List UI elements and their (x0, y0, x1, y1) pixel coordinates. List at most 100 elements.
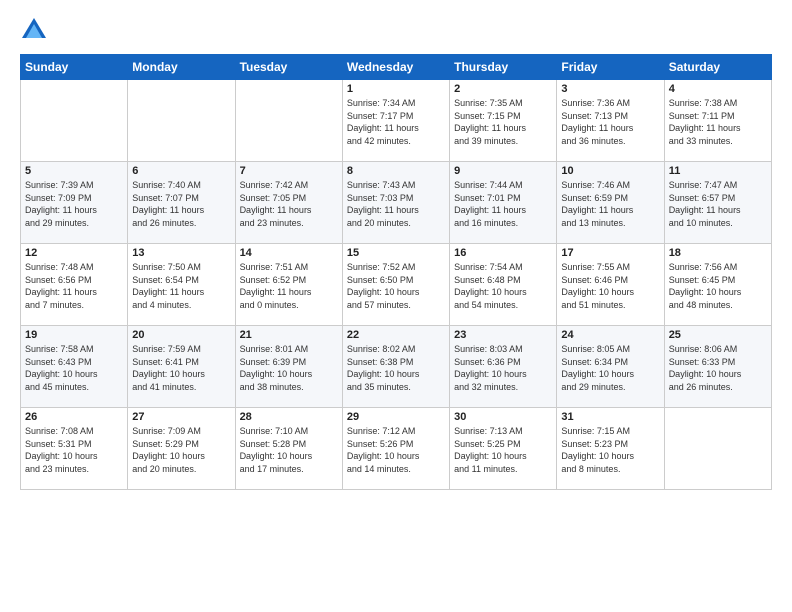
day-number: 14 (240, 247, 338, 259)
day-info: Sunrise: 7:39 AM Sunset: 7:09 PM Dayligh… (25, 179, 123, 229)
calendar-cell: 6 Sunrise: 7:40 AM Sunset: 7:07 PM Daylig… (128, 162, 235, 244)
calendar-week-row: 12 Sunrise: 7:48 AM Sunset: 6:56 PM Dayli… (21, 244, 772, 326)
calendar-header-row: SundayMondayTuesdayWednesdayThursdayFrid… (21, 55, 772, 80)
calendar-cell: 26Sunrise: 7:08 AM Sunset: 5:31 PM Dayli… (21, 408, 128, 490)
day-number: 30 (454, 411, 552, 423)
day-info: Sunrise: 7:52 AM Sunset: 6:50 PM Dayligh… (347, 261, 445, 311)
day-number: 8 (347, 165, 445, 177)
calendar-cell: 28Sunrise: 7:10 AM Sunset: 5:28 PM Dayli… (235, 408, 342, 490)
day-number: 16 (454, 247, 552, 259)
calendar-cell: 21Sunrise: 8:01 AM Sunset: 6:39 PM Dayli… (235, 326, 342, 408)
calendar-cell: 20 Sunrise: 7:59 AM Sunset: 6:41 PM Dayli… (128, 326, 235, 408)
calendar-cell: 7 Sunrise: 7:42 AM Sunset: 7:05 PM Daylig… (235, 162, 342, 244)
day-info: Sunrise: 7:08 AM Sunset: 5:31 PM Dayligh… (25, 425, 123, 475)
calendar-cell: 4 Sunrise: 7:38 AM Sunset: 7:11 PM Daylig… (664, 80, 771, 162)
day-number: 10 (561, 165, 659, 177)
day-info: Sunrise: 7:46 AM Sunset: 6:59 PM Dayligh… (561, 179, 659, 229)
calendar-cell: 31 Sunrise: 7:15 AM Sunset: 5:23 PM Dayli… (557, 408, 664, 490)
calendar-week-row: 5 Sunrise: 7:39 AM Sunset: 7:09 PM Daylig… (21, 162, 772, 244)
header (20, 16, 772, 44)
day-number: 7 (240, 165, 338, 177)
day-number: 19 (25, 329, 123, 341)
calendar-cell: 12 Sunrise: 7:48 AM Sunset: 6:56 PM Dayli… (21, 244, 128, 326)
day-info: Sunrise: 7:59 AM Sunset: 6:41 PM Dayligh… (132, 343, 230, 393)
day-info: Sunrise: 7:38 AM Sunset: 7:11 PM Dayligh… (669, 97, 767, 147)
day-info: Sunrise: 7:44 AM Sunset: 7:01 PM Dayligh… (454, 179, 552, 229)
day-info: Sunrise: 7:54 AM Sunset: 6:48 PM Dayligh… (454, 261, 552, 311)
calendar-cell: 25Sunrise: 8:06 AM Sunset: 6:33 PM Dayli… (664, 326, 771, 408)
day-number: 13 (132, 247, 230, 259)
day-info: Sunrise: 7:47 AM Sunset: 6:57 PM Dayligh… (669, 179, 767, 229)
calendar-cell: 19 Sunrise: 7:58 AM Sunset: 6:43 PM Dayli… (21, 326, 128, 408)
calendar-cell: 1Sunrise: 7:34 AM Sunset: 7:17 PM Daylig… (342, 80, 449, 162)
day-info: Sunrise: 7:42 AM Sunset: 7:05 PM Dayligh… (240, 179, 338, 229)
calendar-cell (21, 80, 128, 162)
day-info: Sunrise: 7:50 AM Sunset: 6:54 PM Dayligh… (132, 261, 230, 311)
weekday-header-friday: Friday (557, 55, 664, 80)
page: SundayMondayTuesdayWednesdayThursdayFrid… (0, 0, 792, 612)
calendar-cell: 13 Sunrise: 7:50 AM Sunset: 6:54 PM Dayli… (128, 244, 235, 326)
day-number: 24 (561, 329, 659, 341)
day-info: Sunrise: 7:56 AM Sunset: 6:45 PM Dayligh… (669, 261, 767, 311)
calendar-cell: 10 Sunrise: 7:46 AM Sunset: 6:59 PM Dayli… (557, 162, 664, 244)
day-info: Sunrise: 7:48 AM Sunset: 6:56 PM Dayligh… (25, 261, 123, 311)
calendar-cell: 18 Sunrise: 7:56 AM Sunset: 6:45 PM Dayli… (664, 244, 771, 326)
calendar-week-row: 26Sunrise: 7:08 AM Sunset: 5:31 PM Dayli… (21, 408, 772, 490)
day-number: 27 (132, 411, 230, 423)
weekday-header-tuesday: Tuesday (235, 55, 342, 80)
calendar-cell: 2 Sunrise: 7:35 AM Sunset: 7:15 PM Daylig… (450, 80, 557, 162)
day-number: 31 (561, 411, 659, 423)
day-info: Sunrise: 7:12 AM Sunset: 5:26 PM Dayligh… (347, 425, 445, 475)
calendar-cell: 22 Sunrise: 8:02 AM Sunset: 6:38 PM Dayli… (342, 326, 449, 408)
calendar-cell: 29 Sunrise: 7:12 AM Sunset: 5:26 PM Dayli… (342, 408, 449, 490)
day-number: 11 (669, 165, 767, 177)
day-number: 15 (347, 247, 445, 259)
day-number: 22 (347, 329, 445, 341)
day-number: 12 (25, 247, 123, 259)
day-info: Sunrise: 7:40 AM Sunset: 7:07 PM Dayligh… (132, 179, 230, 229)
calendar-cell: 11 Sunrise: 7:47 AM Sunset: 6:57 PM Dayli… (664, 162, 771, 244)
day-info: Sunrise: 8:06 AM Sunset: 6:33 PM Dayligh… (669, 343, 767, 393)
logo-icon (20, 16, 48, 44)
calendar-cell (235, 80, 342, 162)
calendar-cell: 9 Sunrise: 7:44 AM Sunset: 7:01 PM Daylig… (450, 162, 557, 244)
calendar-cell: 3 Sunrise: 7:36 AM Sunset: 7:13 PM Daylig… (557, 80, 664, 162)
day-info: Sunrise: 8:02 AM Sunset: 6:38 PM Dayligh… (347, 343, 445, 393)
calendar-cell: 24 Sunrise: 8:05 AM Sunset: 6:34 PM Dayli… (557, 326, 664, 408)
calendar-cell: 30 Sunrise: 7:13 AM Sunset: 5:25 PM Dayli… (450, 408, 557, 490)
day-number: 17 (561, 247, 659, 259)
day-info: Sunrise: 7:43 AM Sunset: 7:03 PM Dayligh… (347, 179, 445, 229)
calendar-cell (664, 408, 771, 490)
day-info: Sunrise: 7:55 AM Sunset: 6:46 PM Dayligh… (561, 261, 659, 311)
day-info: Sunrise: 7:13 AM Sunset: 5:25 PM Dayligh… (454, 425, 552, 475)
calendar-cell: 27 Sunrise: 7:09 AM Sunset: 5:29 PM Dayli… (128, 408, 235, 490)
calendar-cell: 8 Sunrise: 7:43 AM Sunset: 7:03 PM Daylig… (342, 162, 449, 244)
day-info: Sunrise: 8:05 AM Sunset: 6:34 PM Dayligh… (561, 343, 659, 393)
day-info: Sunrise: 7:58 AM Sunset: 6:43 PM Dayligh… (25, 343, 123, 393)
day-number: 2 (454, 83, 552, 95)
day-number: 4 (669, 83, 767, 95)
calendar-cell: 15 Sunrise: 7:52 AM Sunset: 6:50 PM Dayli… (342, 244, 449, 326)
calendar-cell: 14Sunrise: 7:51 AM Sunset: 6:52 PM Dayli… (235, 244, 342, 326)
day-info: Sunrise: 8:01 AM Sunset: 6:39 PM Dayligh… (240, 343, 338, 393)
day-number: 1 (347, 83, 445, 95)
day-number: 9 (454, 165, 552, 177)
day-number: 29 (347, 411, 445, 423)
day-number: 20 (132, 329, 230, 341)
calendar-cell: 5 Sunrise: 7:39 AM Sunset: 7:09 PM Daylig… (21, 162, 128, 244)
day-info: Sunrise: 7:36 AM Sunset: 7:13 PM Dayligh… (561, 97, 659, 147)
calendar-cell: 23Sunrise: 8:03 AM Sunset: 6:36 PM Dayli… (450, 326, 557, 408)
day-info: Sunrise: 7:35 AM Sunset: 7:15 PM Dayligh… (454, 97, 552, 147)
logo (20, 16, 52, 44)
weekday-header-saturday: Saturday (664, 55, 771, 80)
day-info: Sunrise: 7:09 AM Sunset: 5:29 PM Dayligh… (132, 425, 230, 475)
weekday-header-sunday: Sunday (21, 55, 128, 80)
day-number: 6 (132, 165, 230, 177)
day-number: 3 (561, 83, 659, 95)
day-info: Sunrise: 7:10 AM Sunset: 5:28 PM Dayligh… (240, 425, 338, 475)
calendar-cell: 16 Sunrise: 7:54 AM Sunset: 6:48 PM Dayli… (450, 244, 557, 326)
weekday-header-thursday: Thursday (450, 55, 557, 80)
day-number: 18 (669, 247, 767, 259)
day-info: Sunrise: 7:15 AM Sunset: 5:23 PM Dayligh… (561, 425, 659, 475)
day-number: 5 (25, 165, 123, 177)
